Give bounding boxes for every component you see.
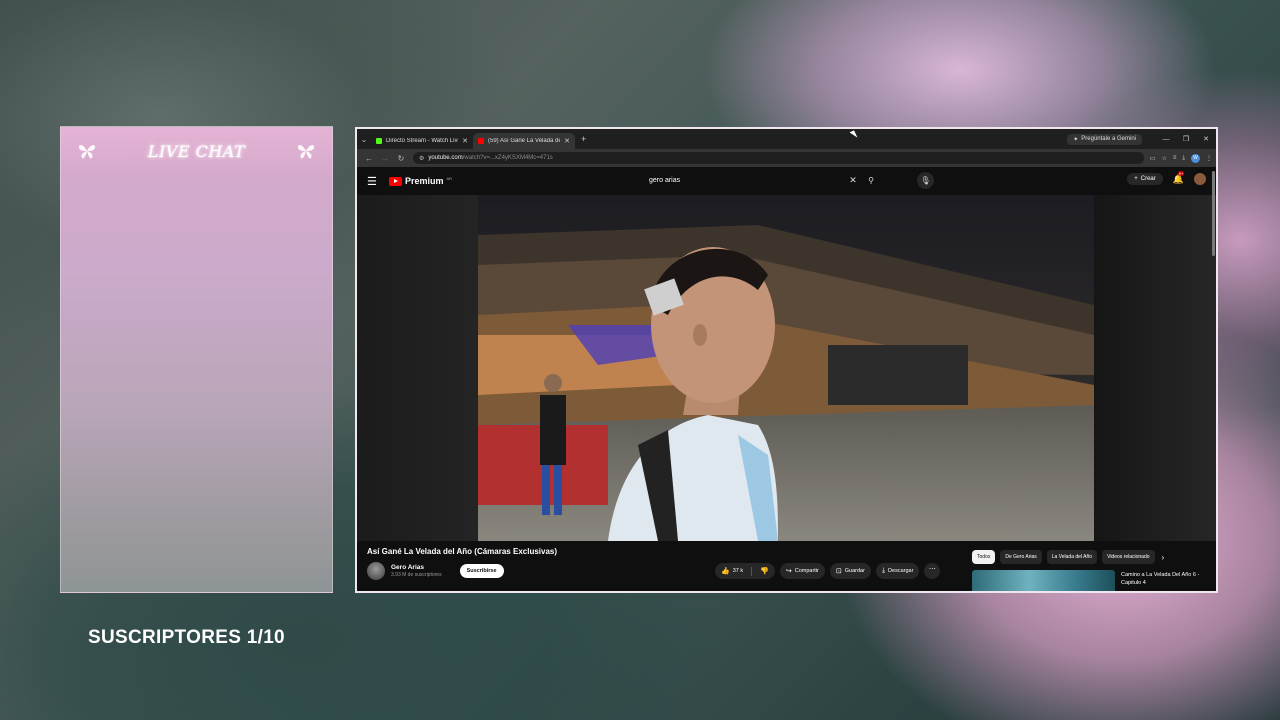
- menu-kebab-icon[interactable]: ⋮: [1206, 155, 1212, 162]
- download-label: Descargar: [888, 568, 914, 574]
- notification-badge: 9+: [1177, 170, 1185, 176]
- like-count[interactable]: 37 k: [733, 568, 743, 574]
- search-query: gero arias: [649, 177, 681, 184]
- related-filter-chips: Todos De Gero Arias La Velada del Año Vi…: [972, 550, 1164, 564]
- tab-directo-stream[interactable]: Directo Stream - Watch Live o ✕: [371, 133, 473, 149]
- tab-youtube-video[interactable]: (59) Así Gané La Velada de ✕: [473, 133, 575, 149]
- like-dislike-group: 👍 37 k 👎: [715, 563, 775, 579]
- cast-icon[interactable]: ▭: [1150, 155, 1156, 162]
- url-path: /watch?v=...xZ4yKSXM4Mc=471s: [462, 155, 553, 161]
- thumbs-up-icon[interactable]: 👍: [721, 567, 730, 575]
- restore-icon[interactable]: ❐: [1176, 135, 1196, 143]
- video-player[interactable]: [478, 195, 1094, 541]
- player-side-panel: [1094, 195, 1216, 541]
- gemini-sparkle-icon: ✦: [1073, 136, 1079, 143]
- media-controls-icon[interactable]: ≡: [1173, 155, 1177, 161]
- youtube-play-icon: [389, 176, 402, 186]
- share-button[interactable]: ↪ Compartir: [779, 563, 825, 579]
- live-chat-panel: LIVE CHAT: [60, 126, 333, 593]
- butterfly-icon: [297, 144, 315, 159]
- close-icon[interactable]: ✕: [462, 137, 468, 145]
- tab-search-chevron-icon[interactable]: ⌄: [357, 135, 371, 144]
- recommended-thumbnail[interactable]: [972, 570, 1115, 591]
- profile-avatar[interactable]: W: [1191, 153, 1200, 163]
- chip-de-gero-arias[interactable]: De Gero Arias: [1000, 550, 1042, 564]
- share-arrow-icon: ↪: [785, 568, 792, 575]
- address-bar: ← → ↻ ⚙ youtube.com/watch?v=...xZ4yKSXM4…: [357, 149, 1216, 167]
- gemini-label: Pregúntale a Gemini: [1081, 136, 1136, 142]
- create-button[interactable]: + Crear: [1127, 173, 1163, 185]
- forward-arrow-icon[interactable]: →: [377, 154, 393, 163]
- youtube-header: ☰ Premium AR gero arias ✕ ⚲ 🎙 + Crear 🔔 9…: [357, 167, 1216, 195]
- thumbs-down-icon[interactable]: 👎: [760, 567, 769, 575]
- live-chat-header: LIVE CHAT: [61, 127, 332, 175]
- chip-todos[interactable]: Todos: [972, 550, 996, 564]
- site-info-icon[interactable]: ⚙: [419, 155, 424, 162]
- create-label: Crear: [1140, 176, 1156, 182]
- back-arrow-icon[interactable]: ←: [361, 154, 377, 163]
- recommended-video[interactable]: Camino a La Velada Del Año 6 - Capitulo …: [972, 570, 1205, 591]
- page-scrollbar[interactable]: [1212, 171, 1215, 256]
- channel-row: Gero Arias 3.93 M de suscriptores Suscri…: [367, 562, 504, 580]
- reload-icon[interactable]: ↻: [393, 154, 409, 163]
- subscribe-button[interactable]: Suscribirse: [459, 564, 504, 578]
- notifications-bell-icon[interactable]: 🔔 9+: [1173, 170, 1185, 185]
- search-icon[interactable]: ⚲: [861, 176, 881, 185]
- microphone-icon[interactable]: 🎙: [917, 172, 934, 189]
- more-actions-icon[interactable]: ⋯: [924, 563, 941, 579]
- tab-bar: ⌄ Directo Stream - Watch Live o ✕ (59) A…: [357, 129, 1216, 149]
- youtube-favicon-icon: [478, 138, 484, 144]
- region-code: AR: [446, 175, 453, 181]
- live-chat-title: LIVE CHAT: [147, 141, 246, 161]
- recommended-title[interactable]: Camino a La Velada Del Año 6 - Capitulo …: [1121, 570, 1205, 591]
- download-button[interactable]: ⤓ Descargar: [875, 563, 920, 579]
- chip-videos-relacionados[interactable]: Videos relacionado: [1102, 550, 1155, 564]
- share-label: Compartir: [794, 568, 819, 574]
- butterfly-icon: [78, 144, 96, 159]
- tab-label: Directo Stream - Watch Live o: [386, 138, 459, 144]
- url-field[interactable]: ⚙ youtube.com/watch?v=...xZ4yKSXM4Mc=471…: [413, 152, 1144, 164]
- subscriber-goal-text: SUSCRIPTORES 1/10: [88, 627, 285, 648]
- premium-label: Premium: [405, 176, 444, 186]
- player-area: [357, 195, 1216, 541]
- gemini-button[interactable]: ✦ Pregúntale a Gemini: [1067, 133, 1142, 145]
- channel-avatar[interactable]: [367, 562, 385, 580]
- window-close-icon[interactable]: ✕: [1196, 135, 1216, 143]
- star-icon[interactable]: ☆: [1161, 155, 1166, 162]
- download-icon: ⤓: [881, 567, 886, 574]
- new-tab-plus-icon[interactable]: +: [581, 134, 586, 144]
- like-divider: [751, 566, 753, 576]
- clear-search-icon[interactable]: ✕: [845, 175, 861, 186]
- youtube-logo[interactable]: Premium AR: [389, 176, 452, 186]
- user-avatar[interactable]: [1194, 173, 1206, 185]
- chip-la-velada[interactable]: La Velada del Año: [1046, 550, 1098, 564]
- browser-window: ⌄ Directo Stream - Watch Live o ✕ (59) A…: [355, 127, 1218, 593]
- channel-subscriber-count: 3.93 M de suscriptores: [391, 572, 442, 578]
- kick-favicon-icon: [376, 138, 382, 144]
- bookmark-icon: ⊡: [835, 568, 842, 575]
- plus-icon: +: [1134, 176, 1138, 182]
- close-icon[interactable]: ✕: [564, 137, 570, 145]
- download-tray-icon[interactable]: ⤓: [1182, 155, 1185, 162]
- menu-hamburger-icon[interactable]: ☰: [367, 175, 383, 188]
- minimize-icon[interactable]: —: [1156, 136, 1176, 143]
- save-button[interactable]: ⊡ Guardar: [829, 563, 871, 579]
- chevron-right-icon[interactable]: ›: [1162, 553, 1165, 562]
- url-domain: youtube.com: [428, 155, 463, 161]
- tab-label: (59) Así Gané La Velada de: [488, 138, 561, 144]
- channel-name[interactable]: Gero Arias: [391, 564, 442, 571]
- video-frame: [478, 195, 1094, 541]
- search-input[interactable]: gero arias ✕ ⚲: [641, 172, 881, 189]
- video-actions: 👍 37 k 👎 ↪ Compartir ⊡ Guardar ⤓ Descarg…: [715, 563, 941, 579]
- save-label: Guardar: [844, 568, 865, 574]
- video-title: Así Gané La Velada del Año (Cámaras Excl…: [367, 547, 558, 556]
